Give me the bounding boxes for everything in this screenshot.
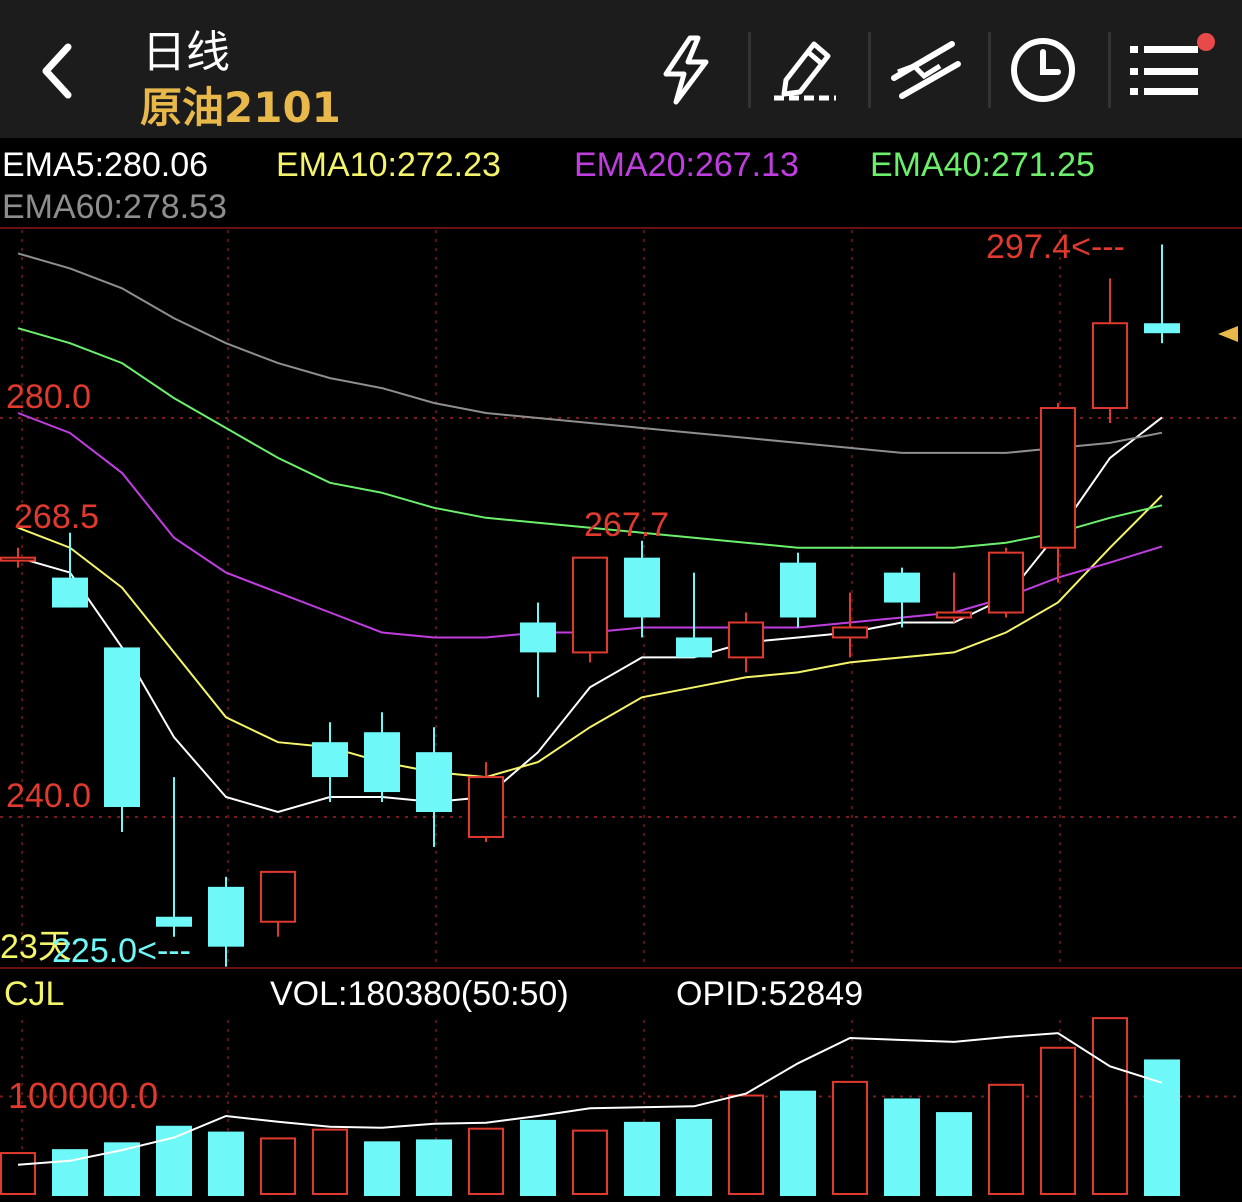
open-interest-value: OPID:52849 (676, 975, 863, 1013)
candles (0, 244, 1180, 967)
volume-bar-up (832, 1080, 868, 1195)
ema-line-ema60 (17, 252, 1163, 454)
volume-bar-up (728, 1094, 764, 1196)
volume-bar-down (780, 1090, 816, 1196)
volume-bar-up (468, 1127, 504, 1196)
volume-bar-up (312, 1128, 348, 1196)
candle-body-up (1040, 407, 1076, 549)
candle-body-down (52, 577, 88, 608)
volume-value: VOL:180380(50:50) (270, 975, 569, 1013)
candle-body-up (936, 611, 972, 619)
min-price-marker: 225.0<--- (52, 932, 191, 970)
volume-bar-down (884, 1098, 920, 1196)
volume-bar-down (676, 1118, 712, 1196)
volume-bar-down (52, 1149, 88, 1196)
candle-body-down (1144, 323, 1180, 334)
candle-body-down (312, 742, 348, 778)
candle-body-down (676, 637, 712, 658)
volume-level-label: 100000.0 (8, 1075, 158, 1116)
candle-body-down (624, 557, 660, 618)
volume-bar-down (156, 1125, 192, 1196)
candle-body-up (572, 556, 608, 654)
volume-bar-up (1092, 1017, 1128, 1196)
current-price-pointer-icon (1218, 326, 1238, 342)
volume-bars (0, 1017, 1180, 1196)
volume-bar-down (936, 1112, 972, 1196)
candle-body-up (1092, 322, 1128, 410)
candle-body-up (0, 556, 36, 562)
max-price-marker: 297.4<--- (986, 228, 1125, 266)
volume-bar-down (208, 1131, 244, 1196)
volume-bar-down (624, 1121, 660, 1196)
candle-body-down (520, 622, 556, 653)
volume-bar-up (988, 1083, 1024, 1196)
candle-body-up (260, 870, 296, 923)
candle-body-up (832, 626, 868, 639)
candle-body-down (364, 732, 400, 793)
chart-labels: 280.0 268.5 240.0 267.7 297.4<--- 23天 22… (0, 228, 1238, 1116)
candle-body-down (416, 752, 452, 813)
volume-bar-down (364, 1141, 400, 1196)
price-level-label: 280.0 (6, 378, 91, 416)
volume-bar-up (1040, 1046, 1076, 1195)
candle-body-down (156, 916, 192, 927)
candle-body-down (884, 572, 920, 603)
price-level-label: 240.0 (6, 777, 91, 815)
candle-body-down (780, 562, 816, 618)
volume-bar-down (416, 1139, 452, 1196)
volume-bar-up (0, 1152, 36, 1196)
volume-bar-down (1144, 1059, 1180, 1196)
high-price-label: 267.7 (584, 506, 669, 544)
candle-body-down (104, 647, 140, 808)
price-level-label: 268.5 (14, 498, 99, 536)
candle-body-up (468, 776, 504, 838)
candle-body-up (988, 551, 1024, 614)
volume-bar-up (572, 1129, 608, 1195)
candle-body-down (208, 886, 244, 947)
candle-body-up (728, 621, 764, 659)
volume-bar-down (520, 1119, 556, 1196)
volume-bar-up (260, 1137, 296, 1196)
kline-chart[interactable]: 280.0 268.5 240.0 267.7 297.4<--- 23天 22… (0, 0, 1242, 1202)
volume-panel-title: CJL (4, 975, 64, 1013)
